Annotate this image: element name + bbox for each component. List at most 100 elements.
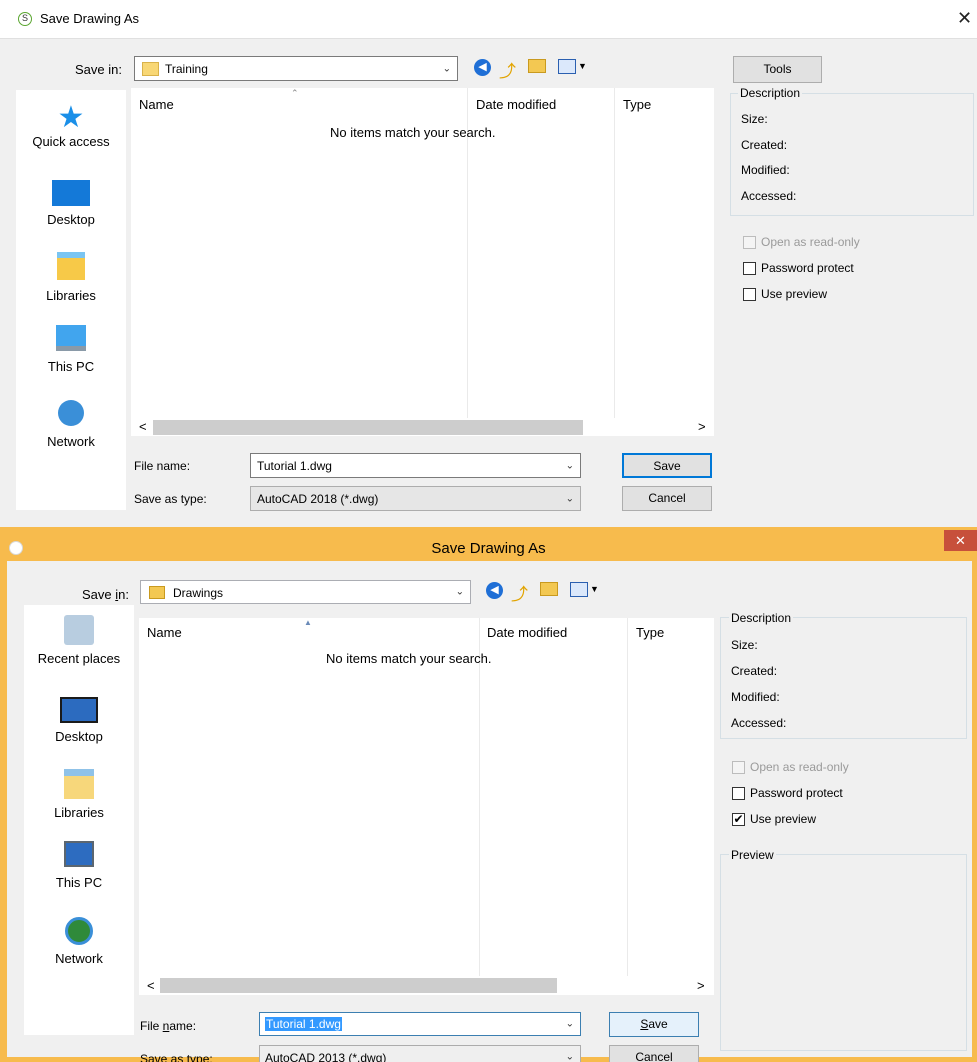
- password-protect-label: Password protect: [761, 261, 854, 275]
- file-name-combo[interactable]: Tutorial 1.dwg ⌄: [250, 453, 581, 478]
- cancel-label: Cancel: [635, 1050, 673, 1062]
- sort-arrow-icon: ⌃: [291, 88, 299, 98]
- password-protect-checkbox[interactable]: [743, 262, 756, 275]
- place-label: Libraries: [54, 805, 104, 820]
- password-protect-checkbox[interactable]: [732, 787, 745, 800]
- file-list[interactable]: Name ▲ Date modified Type No items match…: [139, 618, 714, 976]
- place-quick-access[interactable]: ★ Quick access: [16, 101, 126, 150]
- scroll-left-icon[interactable]: <: [147, 978, 155, 993]
- use-preview-checkbox[interactable]: ✔: [732, 813, 745, 826]
- place-label: Recent places: [37, 651, 121, 666]
- place-label: Libraries: [46, 288, 96, 303]
- file-list[interactable]: Name ⌃ Date modified Type No items match…: [131, 88, 714, 418]
- scroll-thumb[interactable]: [160, 978, 557, 993]
- column-header-name[interactable]: Name: [147, 625, 182, 640]
- use-preview-checkbox[interactable]: [743, 288, 756, 301]
- libraries-icon: [57, 252, 85, 280]
- modified-label: Modified:: [741, 163, 790, 177]
- places-bar: ★ Quick access Desktop Libraries This PC…: [16, 90, 126, 510]
- horizontal-scrollbar[interactable]: < >: [139, 976, 714, 995]
- file-name-label: File name:: [134, 459, 191, 473]
- place-network[interactable]: Network: [24, 917, 134, 966]
- open-read-only-checkbox[interactable]: [732, 761, 745, 774]
- chevron-down-icon: ⌄: [565, 493, 574, 504]
- save-button[interactable]: Save: [609, 1012, 699, 1037]
- scroll-left-icon[interactable]: <: [139, 419, 147, 434]
- file-name-combo[interactable]: Tutorial 1.dwg ⌄: [259, 1012, 581, 1036]
- place-label: Network: [55, 951, 103, 966]
- recent-places-icon: [64, 615, 94, 645]
- place-libraries[interactable]: Libraries: [24, 767, 134, 820]
- place-label: Desktop: [55, 729, 103, 744]
- save-in-combo[interactable]: Training ⌄: [134, 56, 458, 81]
- save-button[interactable]: Save: [622, 453, 712, 478]
- tools-button[interactable]: Tools: [733, 56, 822, 83]
- horizontal-scrollbar[interactable]: < >: [131, 418, 714, 436]
- modified-label: Modified:: [731, 690, 780, 704]
- views-dropdown-icon[interactable]: ▼: [578, 61, 587, 71]
- chevron-down-icon: ⌄: [565, 1051, 574, 1062]
- open-read-only-checkbox[interactable]: [743, 236, 756, 249]
- scroll-right-icon[interactable]: >: [697, 978, 705, 993]
- new-folder-icon[interactable]: [540, 582, 558, 596]
- column-header-date-modified[interactable]: Date modified: [487, 625, 567, 640]
- scroll-thumb[interactable]: [153, 420, 583, 435]
- back-icon[interactable]: ◀: [486, 582, 503, 599]
- chevron-down-icon: ⌄: [442, 63, 451, 74]
- place-desktop[interactable]: Desktop: [16, 176, 126, 227]
- network-icon: [58, 400, 84, 426]
- place-desktop[interactable]: Desktop: [24, 693, 134, 744]
- save-in-combo[interactable]: Drawings ⌄: [140, 580, 471, 604]
- place-this-pc[interactable]: This PC: [24, 841, 134, 890]
- file-name-value: Tutorial 1.dwg: [257, 459, 332, 473]
- close-icon[interactable]: ✕: [957, 8, 972, 29]
- use-preview-label: Use preview: [750, 812, 817, 826]
- place-this-pc[interactable]: This PC: [16, 325, 126, 374]
- save-in-label: Save in:: [75, 62, 122, 77]
- chevron-down-icon: ⌄: [455, 586, 464, 598]
- save-in-value: Drawings: [173, 586, 224, 600]
- close-icon: ✕: [955, 533, 966, 548]
- folder-icon: [149, 586, 165, 599]
- computer-icon: [64, 841, 94, 867]
- scroll-right-icon[interactable]: >: [698, 419, 706, 434]
- created-label: Created:: [731, 664, 778, 678]
- column-header-type[interactable]: Type: [623, 97, 651, 112]
- column-header-date-modified[interactable]: Date modified: [476, 97, 556, 112]
- place-recent-places[interactable]: Recent places: [24, 615, 134, 666]
- close-button[interactable]: ✕: [944, 530, 977, 551]
- star-icon: ★: [57, 101, 85, 134]
- views-dropdown-icon[interactable]: ▼: [590, 584, 599, 594]
- tools-label: Tools: [763, 62, 792, 76]
- column-header-name[interactable]: Name: [139, 97, 174, 112]
- column-header-type[interactable]: Type: [636, 625, 664, 640]
- save-label: Save: [653, 459, 681, 473]
- views-menu-icon[interactable]: [558, 59, 576, 74]
- save-as-type-value: AutoCAD 2013 (*.dwg): [265, 1051, 387, 1062]
- save-label: S: [640, 1017, 649, 1031]
- chevron-down-icon: ⌄: [565, 1018, 574, 1030]
- place-network[interactable]: Network: [16, 400, 126, 449]
- empty-message: No items match your search.: [330, 125, 496, 140]
- save-in-value: Training: [165, 62, 208, 76]
- created-label: Created:: [741, 138, 788, 152]
- save-as-type-label: Save as type:: [134, 492, 207, 506]
- description-label: Description: [729, 611, 794, 625]
- cancel-button[interactable]: Cancel: [622, 486, 712, 511]
- network-icon: [65, 917, 93, 945]
- checkmark-icon: ✔: [733, 812, 744, 826]
- place-label: This PC: [47, 359, 95, 374]
- save-as-type-select[interactable]: AutoCAD 2018 (*.dwg) ⌄: [250, 486, 581, 511]
- up-folder-icon[interactable]: ⤴: [499, 57, 516, 82]
- save-as-type-select[interactable]: AutoCAD 2013 (*.dwg) ⌄: [259, 1045, 581, 1062]
- save-drawing-dialog-2: Save Drawing As ✕ Save in: Drawings ⌄ ◀ …: [0, 530, 977, 1062]
- cancel-button[interactable]: Cancel: [609, 1045, 699, 1062]
- dialog-client: Save in: Drawings ⌄ ◀ ⤴ ▼ Recent places …: [7, 561, 972, 1062]
- views-menu-icon[interactable]: [570, 582, 588, 597]
- column-divider: [627, 618, 628, 976]
- back-icon[interactable]: ◀: [474, 59, 491, 76]
- file-name-label: File name:: [140, 1019, 197, 1033]
- up-folder-icon[interactable]: ⤴: [511, 580, 528, 605]
- new-folder-icon[interactable]: [528, 59, 546, 73]
- place-libraries[interactable]: Libraries: [16, 250, 126, 303]
